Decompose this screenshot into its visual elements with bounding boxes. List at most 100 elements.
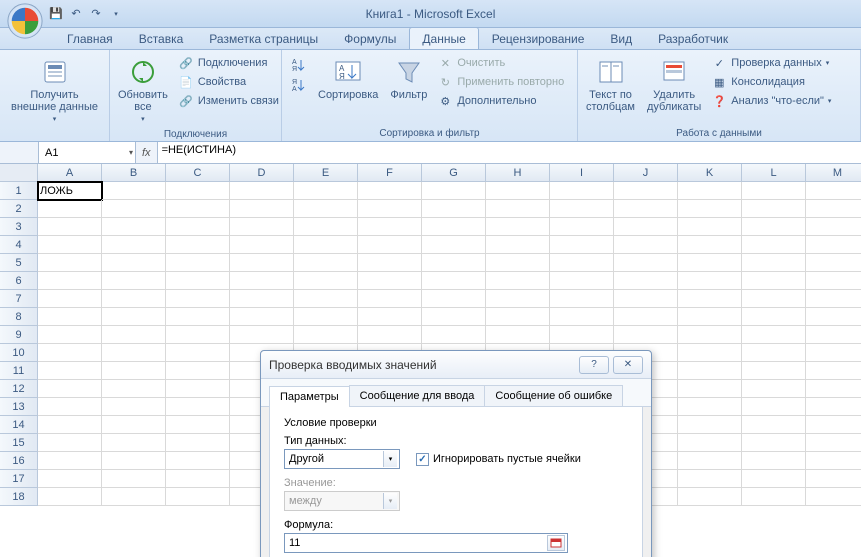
cell[interactable] [678,182,742,200]
cell[interactable] [742,398,806,416]
cell[interactable] [550,272,614,290]
close-button[interactable]: ✕ [613,356,643,374]
tab-view[interactable]: Вид [597,27,645,49]
row-header[interactable]: 8 [0,308,38,326]
row-header[interactable]: 15 [0,434,38,452]
row-header[interactable]: 3 [0,218,38,236]
cell[interactable] [230,326,294,344]
cell[interactable] [678,308,742,326]
cell[interactable] [230,272,294,290]
cell[interactable] [166,254,230,272]
cell[interactable] [486,308,550,326]
cell[interactable] [678,434,742,452]
cell[interactable] [422,218,486,236]
cell[interactable] [38,344,102,362]
cell[interactable] [678,236,742,254]
cell[interactable] [422,326,486,344]
cell[interactable] [294,272,358,290]
column-header[interactable]: A [38,164,102,182]
cell[interactable] [294,200,358,218]
cell[interactable] [806,254,861,272]
column-header[interactable]: C [166,164,230,182]
cell[interactable] [806,362,861,380]
cell[interactable] [102,290,166,308]
cell[interactable] [38,434,102,452]
cell[interactable] [806,470,861,488]
cell[interactable] [806,290,861,308]
cell[interactable] [742,488,806,506]
get-external-data-button[interactable]: Получить внешние данные ▾ [7,54,102,128]
row-header[interactable]: 7 [0,290,38,308]
cell[interactable] [358,236,422,254]
cell[interactable] [166,290,230,308]
column-header[interactable]: D [230,164,294,182]
cell[interactable] [102,380,166,398]
cell[interactable] [102,326,166,344]
cell[interactable] [422,236,486,254]
cell[interactable] [294,254,358,272]
row-header[interactable]: 2 [0,200,38,218]
data-validation-button[interactable]: ✓Проверка данных▾ [709,54,833,72]
cell[interactable] [678,452,742,470]
cell[interactable] [166,182,230,200]
cell[interactable] [358,272,422,290]
cell[interactable] [806,236,861,254]
cell[interactable] [294,326,358,344]
cell[interactable] [742,380,806,398]
cell[interactable] [550,218,614,236]
cell[interactable] [294,218,358,236]
remove-duplicates-button[interactable]: Удалить дубликаты [643,54,705,115]
cell[interactable] [678,326,742,344]
row-header[interactable]: 5 [0,254,38,272]
row-header[interactable]: 6 [0,272,38,290]
cell[interactable] [550,326,614,344]
cell[interactable] [230,254,294,272]
undo-icon[interactable]: ↶ [68,6,84,22]
sort-button[interactable]: AЯ Сортировка [314,54,382,103]
cell[interactable] [166,326,230,344]
cell[interactable] [38,470,102,488]
cell[interactable] [38,290,102,308]
select-all-corner[interactable] [0,164,38,182]
cell[interactable] [358,218,422,236]
column-header[interactable]: L [742,164,806,182]
chevron-down-icon[interactable]: ▾ [129,148,133,157]
cell[interactable] [806,326,861,344]
cell[interactable] [38,398,102,416]
cell[interactable] [422,200,486,218]
cell[interactable] [38,254,102,272]
cell[interactable] [230,308,294,326]
cell[interactable] [230,290,294,308]
cell[interactable] [614,218,678,236]
cell[interactable] [742,236,806,254]
cell[interactable] [230,200,294,218]
column-header[interactable]: F [358,164,422,182]
cell[interactable] [614,182,678,200]
row-header[interactable]: 11 [0,362,38,380]
sort-asc-button[interactable]: AЯ [288,56,308,74]
cell[interactable] [550,254,614,272]
tab-pagelayout[interactable]: Разметка страницы [196,27,331,49]
cell[interactable] [38,272,102,290]
column-header[interactable]: J [614,164,678,182]
cell[interactable] [166,344,230,362]
cell[interactable] [678,254,742,272]
cell[interactable] [102,236,166,254]
redo-icon[interactable]: ↷ [88,6,104,22]
formula-input[interactable]: =НЕ(ИСТИНА) [158,144,861,162]
cell[interactable] [166,272,230,290]
cell[interactable] [358,290,422,308]
cell[interactable] [38,488,102,506]
cell[interactable] [806,272,861,290]
cell[interactable] [486,182,550,200]
fx-icon[interactable]: fx [142,147,151,159]
ignore-blank-checkbox[interactable]: ✓ Игнорировать пустые ячейки [416,453,581,466]
tab-error-alert[interactable]: Сообщение об ошибке [484,385,623,406]
connections-button[interactable]: 🔗Подключения [176,54,281,72]
refresh-all-button[interactable]: Обновить все ▾ [114,54,172,128]
tab-data[interactable]: Данные [409,27,478,49]
cell[interactable] [102,218,166,236]
cell[interactable] [486,326,550,344]
cell[interactable] [166,200,230,218]
range-ref-button[interactable] [547,535,565,551]
